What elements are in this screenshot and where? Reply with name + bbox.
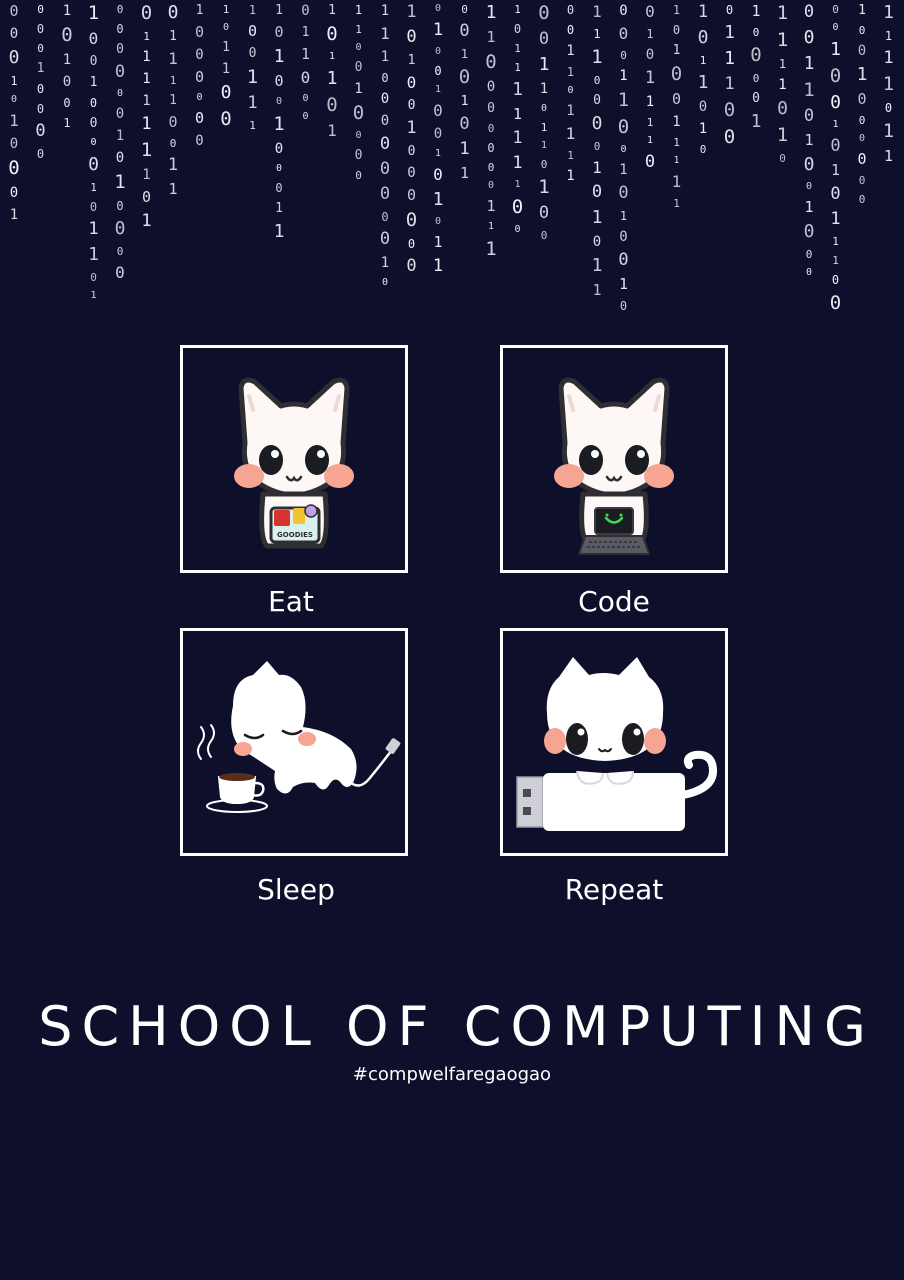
hashtag-text: #compwelfaregaogao (352, 1064, 552, 1085)
panel-sleep (180, 628, 408, 856)
binary-rain-column: 1111011 (882, 2, 895, 165)
binary-rain-column: 100111 (246, 3, 259, 132)
binary-rain-column: 00101011 (458, 3, 471, 182)
binary-rain-column: 00100101011100 (829, 3, 842, 314)
panel-label-code: Code (578, 585, 650, 618)
binary-rain-column: 0100100101011 (432, 3, 444, 276)
binary-rain-column: 1110000101011 (591, 2, 603, 299)
binary-rain-column: 101101 (326, 3, 338, 140)
binary-rain-column: 01011110 (644, 2, 656, 172)
panel-repeat (500, 628, 728, 856)
binary-rain-column: 101100 (220, 3, 232, 130)
binary-rain-column: 1010011111 (670, 3, 683, 210)
binary-rain-column: 011100 (723, 3, 736, 148)
binary-rain-column: 001101111 (565, 3, 576, 184)
binary-rain-column: 101001000000 (405, 2, 418, 276)
binary-rain-column: 101001 (61, 3, 73, 130)
binary-rain-column: 1001000000 (856, 3, 868, 206)
sleeping-cat-charging-icon (197, 661, 401, 813)
binary-rain-column: 0001010001 (8, 2, 20, 223)
binary-rain-column: 001101001000 (803, 2, 815, 278)
cat-holding-goodies-icon: GOODIES (234, 377, 354, 549)
binary-rain-column: 1110000000010 (379, 3, 391, 288)
binary-rain-column: 0111111101 (140, 2, 153, 231)
binary-rain-column: 10010000101101 (87, 2, 100, 301)
binary-rain-column: 10100100011 (273, 3, 285, 242)
binary-rain: 0001010001 00010000 101001 10010000101101 00… (0, 0, 904, 340)
binary-rain-column: 110000000111 (485, 2, 497, 260)
binary-rain-column: 011110011 (167, 2, 179, 198)
panel-label-sleep: Sleep (257, 873, 335, 906)
binary-rain-column: 0000001010000 (114, 3, 126, 282)
panel-code (500, 345, 728, 573)
panel-label-repeat: Repeat (564, 873, 664, 906)
binary-rain-column: 00010000 (35, 3, 46, 161)
cat-on-usb-drive-icon (516, 657, 718, 831)
binary-rain-column: 1000000 (194, 3, 205, 149)
binary-rain-column: 011000 (300, 3, 311, 122)
binary-rain-column: 110010000 (352, 3, 365, 182)
binary-rain-column: 1011010 (697, 2, 709, 156)
binary-rain-column: 10111111100 (511, 3, 524, 235)
cat-with-laptop-icon (554, 377, 674, 555)
binary-rain-column: 00011001010010 (617, 3, 630, 313)
binary-rain-column: 1111010 (776, 2, 789, 165)
panel-label-eat: Eat (268, 585, 314, 618)
binary-rain-column: 00110110100 (538, 2, 550, 242)
page-title: SCHOOL OF COMPUTING (38, 995, 875, 1058)
panel-eat: GOODIES (180, 345, 408, 573)
binary-rain-column: 100001 (750, 2, 762, 132)
goodies-badge-text: GOODIES (277, 531, 313, 539)
